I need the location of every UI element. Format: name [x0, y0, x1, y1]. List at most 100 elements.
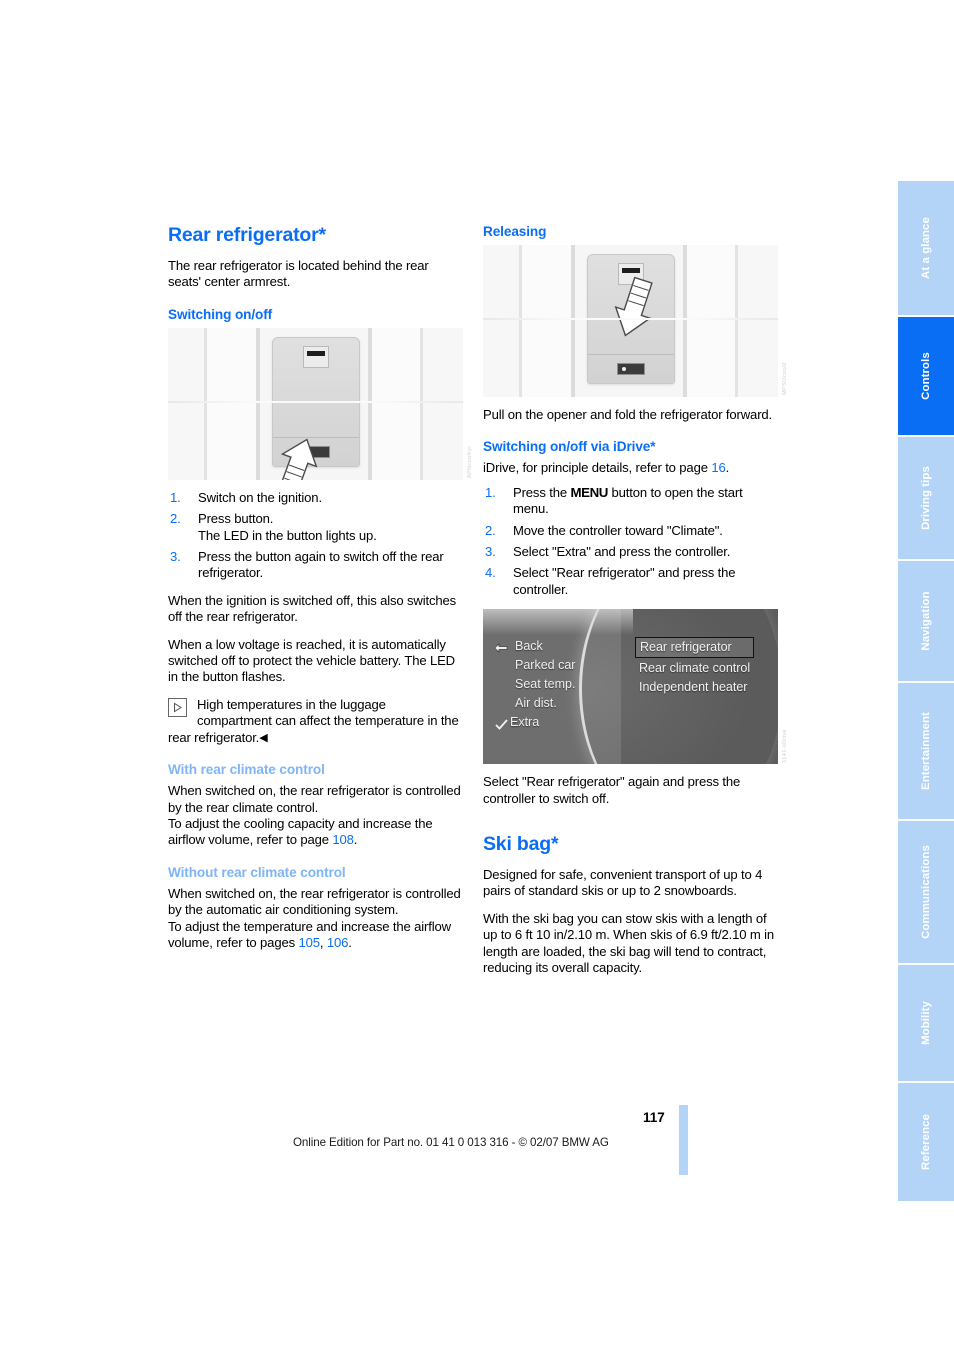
note-end-marker: ◀ [259, 731, 268, 744]
releasing-heading: Releasing [483, 224, 547, 239]
figure-reference-code: APNcoolkyi [467, 445, 473, 478]
list-item: 2. Move the controller toward "Climate". [483, 523, 778, 539]
tab-driving-tips[interactable]: Driving tips [898, 437, 954, 559]
tab-controls[interactable]: Controls [898, 317, 954, 435]
figure-reference-code: 1141-iiDrive [782, 728, 788, 763]
idrive-left-menu: Back Parked car Seat temp. Air dist. Ext… [493, 637, 575, 732]
without-climate-period: . [348, 934, 352, 950]
chapter-tab-rail: At a glance Controls Driving tips Naviga… [898, 181, 954, 1203]
tab-reference[interactable]: Reference [898, 1083, 954, 1201]
menu-item-label: Parked car [515, 658, 576, 673]
menu-item-rear-climate-control[interactable]: Rear climate control [635, 659, 754, 678]
without-rear-climate-paragraph-1: When switched on, the rear refrigerator … [168, 885, 461, 918]
with-climate-period: . [353, 832, 358, 848]
step-text: Switch on the ignition. [198, 489, 322, 505]
tab-label: At a glance [920, 217, 932, 279]
menu-item-air-dist[interactable]: Air dist. [493, 694, 575, 713]
panel-seam [587, 354, 674, 355]
tab-communications[interactable]: Communications [898, 821, 954, 963]
tab-label: Driving tips [920, 466, 932, 530]
ski-bag-paragraph-1: Designed for safe, convenient transport … [483, 867, 763, 899]
figure-releasing: MPSOcool2 [483, 245, 788, 397]
arrow-up-icon [279, 438, 318, 480]
switching-steps-list: 1. Switch on the ignition. 2. Press butt… [168, 490, 463, 582]
step-text: Press the button again to switch off the… [198, 549, 444, 581]
releasing-paragraph: Pull on the opener and fold the refriger… [483, 407, 773, 422]
note-text: High temperatures in the luggage compart… [168, 696, 459, 745]
idrive-intro-text: iDrive, for principle details, refer to … [483, 460, 712, 476]
menu-item-seat-temp[interactable]: Seat temp. [493, 675, 575, 694]
with-climate-text: To adjust the cooling capacity and incre… [168, 815, 433, 848]
step-number: 3. [170, 549, 181, 565]
list-item: 4. Select "Rear refrigerator" and press … [483, 565, 778, 598]
arrow-down-icon [614, 276, 653, 337]
note-block: High temperatures in the luggage compart… [168, 697, 463, 746]
list-item: 2. Press button. The LED in the button l… [168, 511, 463, 544]
page-marker-bar [679, 1105, 688, 1175]
idrive-right-menu: Rear refrigerator Rear climate control I… [635, 637, 755, 697]
list-item: 1. Press the MENU button to open the sta… [483, 485, 778, 518]
menu-item-parked-car[interactable]: Parked car [493, 656, 575, 675]
figure-refrigerator-button: APNcoolkyi [168, 327, 473, 480]
menu-item-label: Air dist. [515, 696, 557, 711]
tab-at-a-glance[interactable]: At a glance [898, 181, 954, 315]
figure-reference-code: MPSOcool2 [782, 362, 788, 395]
back-arrow-icon [493, 641, 509, 654]
step-number: 2. [170, 511, 181, 527]
ignition-off-paragraph: When the ignition is switched off, this … [168, 592, 457, 625]
manual-page: Rear refrigerator* The rear refrigerator… [0, 0, 954, 1351]
tab-label: Reference [920, 1114, 932, 1170]
tab-label: Navigation [920, 591, 932, 651]
step-number: 2. [485, 522, 496, 538]
step-number: 1. [485, 484, 496, 500]
intro-paragraph: The rear refrigerator is located behind … [168, 258, 429, 290]
with-rear-climate-paragraph-1: When switched on, the rear refrigerator … [168, 783, 461, 815]
page-reference-105[interactable]: 105 [298, 935, 320, 950]
page-reference-108[interactable]: 108 [332, 832, 354, 847]
switch-off-paragraph: Select "Rear refrigerator" again and pre… [483, 774, 741, 806]
armrest-photo [168, 327, 463, 480]
page-reference-106[interactable]: 106 [327, 935, 349, 950]
low-voltage-paragraph: When a low voltage is reached, it is aut… [168, 636, 455, 685]
menu-item-label: Independent heater [639, 680, 748, 695]
tab-label: Communications [920, 845, 932, 939]
step-text: Select "Extra" and press the controller. [513, 544, 731, 560]
without-rear-climate-heading: Without rear climate control [168, 864, 346, 880]
step-number: 4. [485, 565, 496, 581]
idrive-intro-period: . [725, 460, 730, 476]
page-number: 117 [643, 1110, 665, 1125]
tab-mobility[interactable]: Mobility [898, 965, 954, 1081]
menu-item-back[interactable]: Back [493, 637, 575, 656]
menu-item-extra[interactable]: Extra [493, 713, 575, 732]
tab-navigation[interactable]: Navigation [898, 561, 954, 681]
idrive-intro-paragraph: iDrive, for principle details, refer to … [483, 460, 778, 476]
vent-slot-icon [302, 345, 329, 368]
right-column: Releasing MPSOcool2 Pull on the opener a… [483, 224, 788, 988]
menu-item-rear-refrigerator[interactable]: Rear refrigerator [635, 637, 755, 659]
page-title: Rear refrigerator* [168, 224, 326, 246]
menu-item-label: Back [515, 639, 543, 654]
ski-bag-paragraph-2: With the ski bag you can stow skis with … [483, 910, 775, 976]
with-rear-climate-heading: With rear climate control [168, 762, 325, 778]
note-triangle-icon [168, 697, 187, 717]
menu-item-label: Rear climate control [639, 661, 751, 676]
tab-entertainment[interactable]: Entertainment [898, 683, 954, 819]
imprint-line: Online Edition for Part no. 01 41 0 013 … [293, 1136, 609, 1149]
step-text: Move the controller toward "Climate". [513, 522, 723, 538]
page-reference-separator: , [319, 934, 327, 950]
ski-bag-title: Ski bag* [483, 833, 559, 856]
led-button [616, 363, 645, 375]
list-item: 1. Switch on the ignition. [168, 490, 463, 506]
menu-item-independent-heater[interactable]: Independent heater [635, 678, 754, 697]
with-rear-climate-paragraph-2: To adjust the cooling capacity and incre… [168, 816, 463, 849]
list-item: 3. Select "Extra" and press the controll… [483, 544, 778, 560]
figure-idrive-menu: Back Parked car Seat temp. Air dist. Ext… [483, 609, 788, 765]
step-number: 3. [485, 544, 496, 560]
step-text: Select "Rear refrigerator" and press the… [513, 565, 736, 597]
menu-item-label: Extra [510, 715, 540, 730]
page-reference-16[interactable]: 16 [711, 460, 725, 475]
idrive-heading: Switching on/off via iDrive* [483, 439, 656, 455]
idrive-steps-list: 1. Press the MENU button to open the sta… [483, 485, 778, 598]
switching-on-off-heading: Switching on/off [168, 306, 273, 322]
menu-item-label: Rear refrigerator [640, 640, 732, 655]
